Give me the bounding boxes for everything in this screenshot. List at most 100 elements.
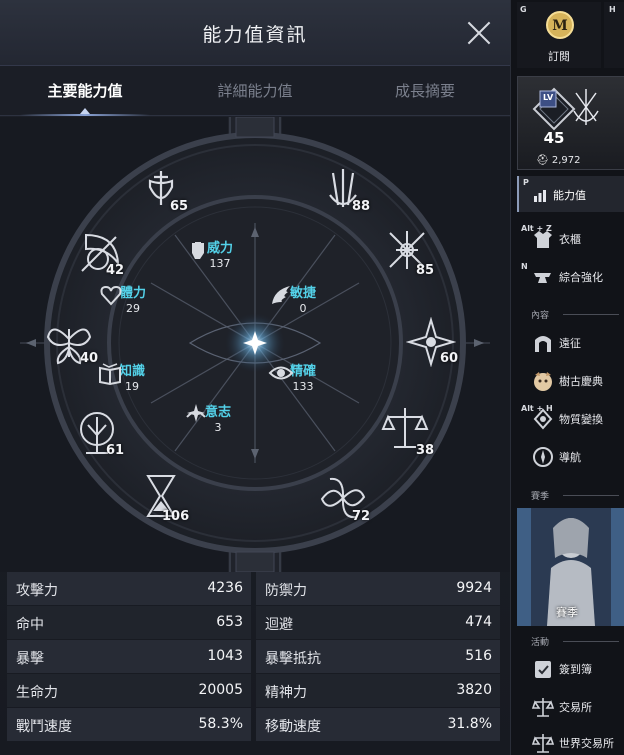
stat-value: 4236 xyxy=(207,580,243,596)
stats-row: 命中 653 迴避 474 xyxy=(7,606,503,639)
stat-label: 精神力 xyxy=(265,685,307,701)
sidebar-item-checkin[interactable]: 簽到簿 xyxy=(517,652,624,686)
outer-stat-value: 72 xyxy=(352,509,371,524)
tab-bar: 主要能力值 詳細能力值 成長摘要 xyxy=(0,66,510,116)
core-stat-precision[interactable]: 精確 133 xyxy=(268,360,338,393)
wardrobe-icon xyxy=(534,231,552,248)
sidebar-item-label: 遠征 xyxy=(559,337,581,350)
stat-value: 20005 xyxy=(198,682,243,698)
stats-table: 攻擊力 4236 防禦力 9924 命中 653 迴避 474 暴擊 1043 暴擊抵抗 516 生命力… xyxy=(7,572,503,742)
stat-cell: 防禦力 9924 xyxy=(256,572,500,605)
sidebar-item-label: 衣櫃 xyxy=(559,233,581,246)
level-badge-label: LV xyxy=(543,93,554,102)
sidebar-item-festival[interactable]: 樹古慶典 xyxy=(517,364,624,398)
stat-value: 3820 xyxy=(456,682,492,698)
stats-row: 戰鬥速度 58.3% 移動速度 31.8% xyxy=(7,708,503,741)
bar-chart-icon xyxy=(534,190,546,202)
hotkey-label: N xyxy=(521,262,528,271)
stat-label: 移動速度 xyxy=(265,719,321,735)
sidebar-item-wardrobe[interactable]: Alt + Z 衣櫃 xyxy=(517,222,624,256)
combat-power: ⛑ 2,972 xyxy=(536,155,581,166)
sidebar-item-enhance[interactable]: N 綜合強化 xyxy=(517,260,624,294)
helmet-icon: ⛑ xyxy=(536,155,549,166)
spark-icon xyxy=(186,404,206,422)
stat-label: 命中 xyxy=(16,617,44,633)
outer-stat-value: 88 xyxy=(352,199,371,214)
sidebar-item-transmute[interactable]: Alt + H 物質變換 xyxy=(517,402,624,436)
stat-cell: 暴擊 1043 xyxy=(7,640,251,673)
sidebar-item-label: 綜合強化 xyxy=(559,271,603,284)
book-icon xyxy=(99,363,121,386)
tab-main-stats[interactable]: 主要能力值 xyxy=(0,66,170,116)
checkin-icon xyxy=(535,661,551,678)
sidebar-item-label: 導航 xyxy=(559,451,581,464)
h-shortcut-button[interactable]: H xyxy=(604,2,624,68)
sidebar-item-label: 簽到簿 xyxy=(559,663,592,676)
outer-stat-value: 40 xyxy=(80,351,99,366)
stats-button[interactable]: P 能力值 xyxy=(517,176,624,212)
stat-label: 生命力 xyxy=(16,685,58,701)
subscribe-logo-icon: M xyxy=(546,11,574,39)
sidebar-item-label: 物質變換 xyxy=(559,413,603,426)
stat-label: 暴擊 xyxy=(16,651,44,667)
stat-value: 516 xyxy=(465,648,492,664)
sidebar-item-navigation[interactable]: 導航 xyxy=(517,440,624,474)
outer-stat-value: 38 xyxy=(416,443,435,458)
close-icon[interactable] xyxy=(462,16,496,50)
stat-value: 58.3% xyxy=(198,716,243,732)
stat-cell: 精神力 3820 xyxy=(256,674,500,707)
stat-label: 暴擊抵抗 xyxy=(265,651,321,667)
season-banner[interactable]: 賽季 xyxy=(517,508,624,626)
stat-cell: 攻擊力 4236 xyxy=(7,572,251,605)
transmute-icon xyxy=(533,408,553,430)
stat-wheel: 65 88 85 60 38 72 106 61 40 42 威力 137 體力 29 敏捷 0 知識 19 精確 1… xyxy=(0,117,510,572)
stat-value: 474 xyxy=(465,614,492,630)
outer-stat-value: 42 xyxy=(106,263,125,278)
core-stat-vitality[interactable]: 體力 29 xyxy=(98,282,168,315)
fist-icon xyxy=(192,242,204,259)
stat-label: 防禦力 xyxy=(265,583,307,599)
stat-value: 653 xyxy=(216,614,243,630)
hotkey-label: P xyxy=(523,178,529,187)
hotkey-label: G xyxy=(520,5,527,14)
stat-label: 戰鬥速度 xyxy=(16,719,72,735)
stats-row: 暴擊 1043 暴擊抵抗 516 xyxy=(7,640,503,673)
level-badge[interactable]: LV 45 ⛑ 2,972 xyxy=(517,76,624,170)
outer-stat-value: 106 xyxy=(162,509,190,524)
sidebar-item-label: 樹古慶典 xyxy=(559,375,603,388)
sidebar-item-exchange[interactable]: 交易所 xyxy=(517,690,624,724)
core-stat-power[interactable]: 威力 137 xyxy=(185,237,255,270)
scales-icon xyxy=(531,698,555,717)
sidebar-item-world-exchange[interactable]: 世界交易所 xyxy=(517,726,624,755)
right-sidebar: G M 訂閱 H LV 45 ⛑ 2,972 P 能力值 Alt + Z 衣櫃 … xyxy=(510,0,624,755)
stat-value: 31.8% xyxy=(447,716,492,732)
core-stat-agility[interactable]: 敏捷 0 xyxy=(268,282,338,315)
eye-icon xyxy=(268,366,294,380)
hotkey-label: H xyxy=(609,5,616,14)
stats-button-label: 能力值 xyxy=(553,189,586,202)
subscribe-button[interactable]: G M 訂閱 xyxy=(517,2,601,68)
stats-panel: 能力值資訊 主要能力值 詳細能力值 成長摘要 65 88 85 60 38 72… xyxy=(0,0,510,755)
gate-icon xyxy=(535,336,551,352)
sidebar-item-expedition[interactable]: 遠征 xyxy=(517,326,624,360)
compass-icon xyxy=(533,447,553,467)
stat-value: 9924 xyxy=(456,580,492,596)
tab-detailed-stats[interactable]: 詳細能力值 xyxy=(170,66,340,116)
core-stat-will[interactable]: 意志 3 xyxy=(183,401,253,434)
stats-row: 生命力 20005 精神力 3820 xyxy=(7,674,503,707)
stat-cell: 暴擊抵抗 516 xyxy=(256,640,500,673)
title-bar: 能力值資訊 xyxy=(0,0,510,66)
tab-growth-summary[interactable]: 成長摘要 xyxy=(340,66,510,116)
stat-label: 攻擊力 xyxy=(16,583,58,599)
section-activity-header: 活動 xyxy=(517,632,624,650)
stats-row: 攻擊力 4236 防禦力 9924 xyxy=(7,572,503,605)
sidebar-item-label: 交易所 xyxy=(559,701,592,714)
mascot-icon xyxy=(534,372,552,391)
stat-cell: 生命力 20005 xyxy=(7,674,251,707)
outer-stat-value: 85 xyxy=(416,263,435,278)
core-stat-knowledge[interactable]: 知識 19 xyxy=(97,360,167,393)
world-scales-icon xyxy=(531,734,555,753)
outer-stat-value: 61 xyxy=(106,443,125,458)
heart-icon xyxy=(100,285,122,306)
stat-cell: 移動速度 31.8% xyxy=(256,708,500,741)
